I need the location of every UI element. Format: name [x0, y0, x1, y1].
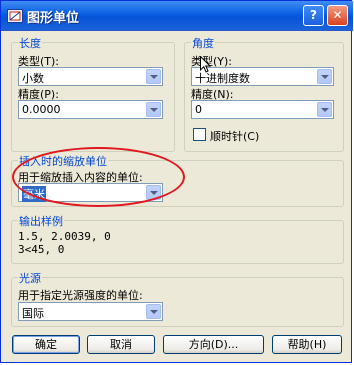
direction-button[interactable]: 方向(D)...: [163, 335, 264, 354]
drawing-units-dialog: 图形单位 ? ✕ 长度 类型(T): 小数 精度(P): 0.0000 角度 类…: [0, 0, 353, 363]
help-button[interactable]: 帮助(H): [272, 335, 342, 354]
chevron-down-icon[interactable]: [146, 102, 161, 117]
length-precision-value: 0.0000: [22, 103, 61, 116]
chevron-down-icon[interactable]: [146, 304, 161, 319]
cancel-button[interactable]: 取消: [87, 335, 155, 354]
output-sample-title: 输出样例: [18, 213, 64, 229]
length-type-value: 小数: [22, 72, 44, 85]
chevron-down-icon[interactable]: [317, 102, 332, 117]
angle-group-title: 角度: [191, 35, 215, 51]
ok-button[interactable]: 确定: [12, 335, 80, 354]
app-icon: [7, 9, 23, 23]
clockwise-checkbox[interactable]: [193, 128, 206, 141]
close-button[interactable]: ✕: [327, 5, 348, 26]
angle-precision-value: 0: [195, 103, 202, 116]
annotation-ellipse: [12, 147, 185, 207]
lighting-group-title: 光源: [18, 270, 42, 286]
lighting-units-select[interactable]: 国际: [18, 302, 163, 321]
length-group-title: 长度: [18, 35, 42, 51]
output-sample-group: 输出样例 1.5, 2.0039, 0 3<45, 0: [11, 213, 344, 264]
chevron-down-icon[interactable]: [317, 69, 332, 84]
title-bar[interactable]: 图形单位 ? ✕: [1, 1, 353, 31]
lighting-group: 光源 用于指定光源强度的单位: 国际: [11, 270, 344, 327]
window-title: 图形单位: [27, 11, 80, 26]
chevron-down-icon[interactable]: [146, 69, 161, 84]
angle-precision-select[interactable]: 0: [191, 100, 334, 119]
lighting-units-label: 用于指定光源强度的单位:: [18, 289, 143, 302]
length-precision-select[interactable]: 0.0000: [18, 100, 163, 119]
length-group: 长度 类型(T): 小数 精度(P): 0.0000: [11, 35, 175, 152]
mouse-cursor-icon: [200, 56, 211, 73]
angle-type-select[interactable]: 十进制度数: [191, 67, 334, 86]
clockwise-label[interactable]: 顺时针(C): [210, 128, 259, 144]
help-title-button[interactable]: ?: [303, 5, 324, 26]
length-type-select[interactable]: 小数: [18, 67, 163, 86]
output-sample-line-2: 3<45, 0: [18, 243, 65, 256]
lighting-units-value: 国际: [22, 307, 44, 320]
output-sample-line-1: 1.5, 2.0039, 0: [18, 230, 111, 243]
